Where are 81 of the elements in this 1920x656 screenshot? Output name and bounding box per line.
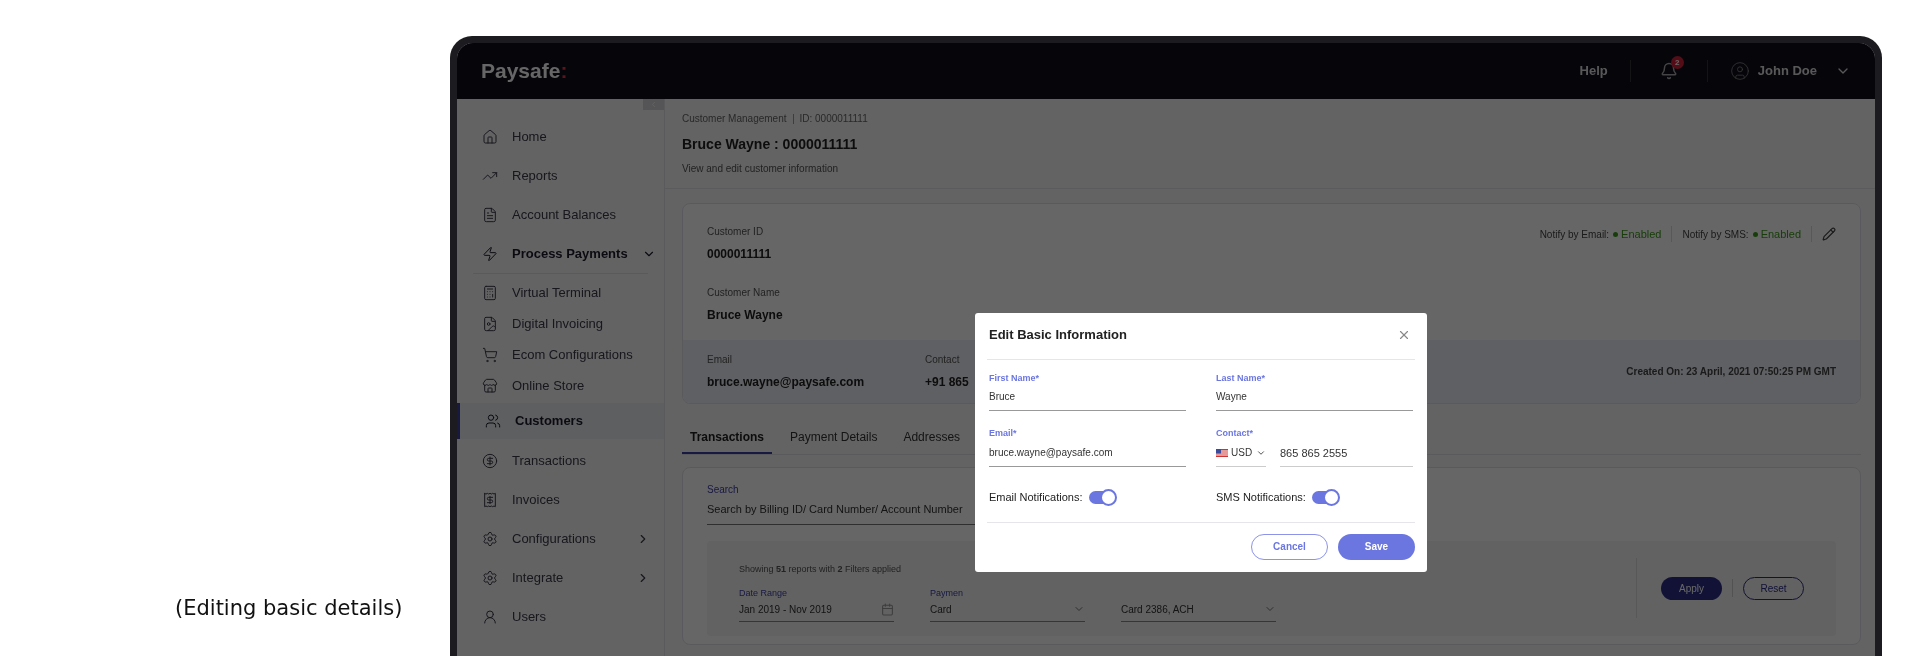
text-input[interactable]: Wayne — [1216, 389, 1413, 411]
field-label: Contact* — [1216, 427, 1254, 440]
document-icon — [482, 206, 498, 223]
field-value: 0000011111 — [707, 246, 773, 263]
gear-icon — [482, 569, 498, 586]
apply-button[interactable]: Apply — [1661, 576, 1722, 600]
field-value: bruce.wayne@paysafe.com — [707, 374, 865, 391]
notifications-button[interactable]: 2 — [1652, 55, 1685, 87]
notify-label: Notify by Email: — [1539, 227, 1610, 242]
edit-icon[interactable] — [1822, 227, 1836, 241]
field-label: Contact — [925, 353, 961, 367]
page-title: Bruce Wayne : 0000011111 — [682, 135, 859, 154]
breadcrumb-item: ID: 0000011111 — [799, 112, 868, 126]
save-button[interactable]: Save — [1338, 533, 1415, 560]
toggle-label: SMS Notifications: — [1216, 490, 1306, 505]
sidebar-item[interactable]: Integrate — [457, 558, 664, 597]
select-field[interactable]: Card — [930, 601, 1085, 622]
filter-summary: Showing 51 reports with 2 Filters applied — [739, 563, 902, 574]
field-label: Last Name* — [1216, 371, 1267, 385]
user-menu[interactable]: John Doe — [1729, 61, 1851, 81]
status-value: Enabled — [1621, 226, 1662, 242]
users-icon — [485, 413, 501, 429]
person-icon — [482, 608, 498, 625]
sidebar-item[interactable]: Ecom Configurations — [457, 339, 664, 370]
lightning-icon — [482, 245, 498, 262]
toggle-switch[interactable] — [1311, 490, 1338, 504]
cart-icon — [482, 346, 498, 363]
sidebar-item[interactable]: Digital Invoicing — [457, 308, 664, 339]
text-input[interactable]: Bruce — [989, 389, 1186, 411]
user-icon — [1729, 61, 1750, 81]
sidebar-item[interactable]: Process Payments — [457, 234, 664, 273]
field-label: First Name* — [989, 371, 1041, 385]
help-link[interactable]: Help — [1579, 61, 1608, 81]
receipt-icon — [482, 491, 498, 508]
date-range-field[interactable]: Jan 2019 - Nov 2019 — [739, 601, 894, 622]
sidebar-item[interactable]: Virtual Terminal — [457, 277, 664, 308]
field-value: +91 865 — [925, 374, 969, 391]
caption: (Editing basic details) — [175, 594, 403, 622]
sidebar-item[interactable]: Reports — [457, 156, 664, 195]
field-label: Email — [707, 353, 733, 367]
field-label: Customer ID — [707, 225, 765, 239]
sidebar-item[interactable]: Configurations — [457, 519, 664, 558]
sidebar-item[interactable]: Transactions — [457, 441, 664, 480]
breadcrumb-item[interactable]: Customer Management — [682, 111, 787, 126]
sidebar-item[interactable]: Users — [457, 597, 664, 636]
image-file-icon — [482, 315, 498, 332]
created-on: Created On: 23 April, 2021 07:50:25 PM GMT — [1626, 365, 1836, 379]
sidebar-item[interactable]: Home — [457, 117, 664, 156]
sidebar-item[interactable]: Online Store — [457, 370, 664, 401]
field-label: Email* — [989, 427, 1018, 440]
field-label: Customer Name — [707, 286, 781, 300]
bell-icon — [1659, 62, 1678, 80]
calculator-icon — [482, 284, 498, 301]
toggle-switch[interactable] — [1088, 490, 1115, 504]
text-input[interactable]: bruce.wayne@paysafe.com — [989, 444, 1186, 467]
tab[interactable]: Addresses — [895, 422, 969, 454]
toggle-label: Email Notifications: — [989, 490, 1083, 505]
notification-badge: 2 — [1670, 56, 1684, 69]
status-value: Enabled — [1760, 226, 1801, 242]
flag-icon — [1216, 448, 1228, 457]
dollar-coin-icon — [482, 452, 498, 469]
page-subtitle: View and edit customer information — [682, 162, 839, 176]
calendar-icon — [881, 602, 894, 616]
phone-input[interactable]: 865 865 2555 — [1280, 444, 1413, 467]
house-icon — [482, 128, 498, 145]
gear-icon — [482, 530, 498, 547]
store-icon — [482, 377, 498, 394]
notify-label: Notify by SMS: — [1682, 227, 1749, 242]
country-code-select[interactable]: USD — [1216, 445, 1266, 467]
sidebar-item[interactable]: Invoices — [457, 480, 664, 519]
filter-label: Date Range — [739, 586, 789, 599]
filter-label: Paymen — [930, 586, 965, 599]
tab[interactable]: Payment Details — [782, 422, 886, 454]
logo: Paysafe: — [481, 58, 568, 85]
sidebar-item[interactable]: Account Balances — [457, 195, 664, 234]
field-value: Bruce Wayne — [707, 307, 784, 324]
chevron-left-icon — [649, 100, 658, 109]
tab[interactable]: Transactions — [682, 422, 773, 454]
dialog-title: Edit Basic Information — [989, 326, 1127, 344]
select-field[interactable]: Card 2386, ACH — [1121, 601, 1276, 622]
sidebar-item[interactable]: Customers — [457, 403, 664, 439]
